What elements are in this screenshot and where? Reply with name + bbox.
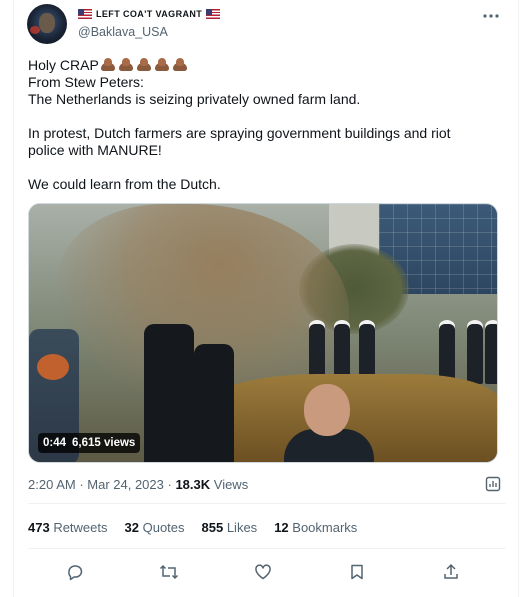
like-button[interactable] <box>252 561 274 583</box>
like-icon <box>255 564 271 580</box>
pile-of-poo-icon <box>100 56 116 72</box>
pile-of-poo-icon <box>136 56 152 72</box>
author-avatar[interactable] <box>27 4 67 44</box>
tweet-line: The Netherlands is seizing privately own… <box>28 91 361 107</box>
bookmark-button[interactable] <box>346 561 368 583</box>
tweet-card: LEFT COA'T VAGRANT @Baklava_USA Holy CRA… <box>13 0 519 597</box>
pile-of-poo-icon <box>154 56 170 72</box>
tweet-line: In protest, Dutch farmers are spraying g… <box>28 125 451 141</box>
retweet-icon <box>159 564 179 580</box>
video-protester <box>194 344 234 462</box>
share-button[interactable] <box>440 561 462 583</box>
tweet-line <box>28 159 498 176</box>
author-name-row[interactable]: LEFT COA'T VAGRANT <box>78 9 221 19</box>
views-count: 18.3K <box>175 477 211 492</box>
meta-separator: · <box>75 477 88 492</box>
quotes-stat[interactable]: 32 Quotes <box>125 520 185 535</box>
more-options-button[interactable] <box>481 6 501 26</box>
video-views: 6,615 views <box>72 437 136 449</box>
video-duration: 0:44 <box>43 437 67 449</box>
bookmarks-stat[interactable]: 12 Bookmarks <box>274 520 357 535</box>
video-info-pill: 0:44 6,615 views <box>38 433 141 453</box>
tweet-actions <box>14 558 518 586</box>
video-canister <box>37 354 69 380</box>
tweet-text: Holy CRAP From Stew Peters: The Netherla… <box>28 56 498 193</box>
video-foreground-head <box>304 384 350 436</box>
tweet-meta: 2:20 AM · Mar 24, 2023 · 18.3K Views <box>28 477 248 492</box>
author-display-name[interactable]: LEFT COA'T VAGRANT <box>96 9 202 19</box>
tweet-line: From Stew Peters: <box>28 74 144 90</box>
tweet-line: Holy CRAP <box>28 56 498 74</box>
us-flag-icon <box>78 9 92 19</box>
tweet-line: We could learn from the Dutch. <box>28 176 221 192</box>
tweet-time[interactable]: 2:20 AM <box>28 477 76 492</box>
reply-icon <box>68 565 83 581</box>
video-protester <box>144 324 194 462</box>
divider <box>28 548 506 549</box>
police-figure <box>467 324 483 384</box>
analytics-icon[interactable] <box>484 475 502 493</box>
pile-of-poo-icon <box>118 56 134 72</box>
reply-button[interactable] <box>64 561 86 583</box>
likes-stat[interactable]: 855 Likes <box>202 520 258 535</box>
us-flag-icon <box>206 9 221 19</box>
divider <box>28 503 506 504</box>
tweet-line: police with MANURE! <box>28 142 162 158</box>
share-icon <box>444 563 458 579</box>
emoji-row <box>100 56 188 72</box>
bookmark-icon <box>351 564 363 580</box>
avatar-glow <box>30 26 40 34</box>
police-figure <box>485 324 497 384</box>
avatar-face <box>39 13 55 33</box>
views-label: Views <box>210 477 249 492</box>
engagement-stats: 473 Retweets 32 Quotes 855 Likes 12 Book… <box>28 520 357 535</box>
meta-separator: · <box>163 477 176 492</box>
tweet-date[interactable]: Mar 24, 2023 <box>87 477 164 492</box>
retweet-button[interactable] <box>158 561 180 583</box>
more-dots-icon <box>483 14 499 18</box>
author-handle[interactable]: @Baklava_USA <box>78 25 168 39</box>
video-player[interactable]: 0:44 6,615 views <box>28 203 498 463</box>
retweets-stat[interactable]: 473 Retweets <box>28 520 108 535</box>
tweet-line <box>28 108 498 125</box>
pile-of-poo-icon <box>172 56 188 72</box>
